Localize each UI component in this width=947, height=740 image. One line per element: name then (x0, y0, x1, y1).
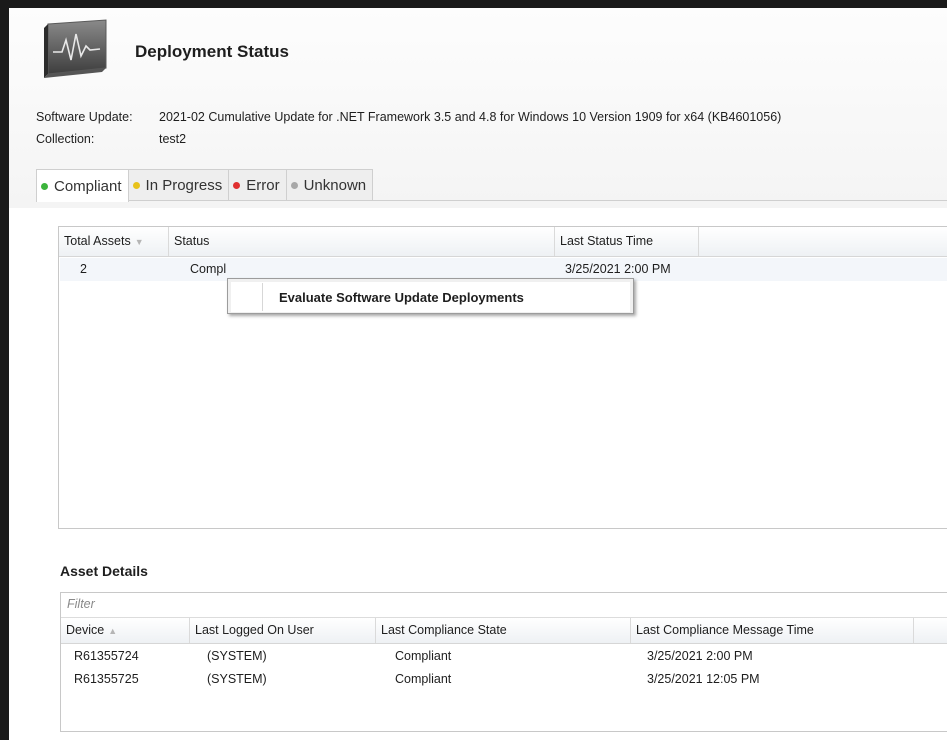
time-cell: 3/25/2021 12:05 PM (647, 672, 760, 686)
red-status-dot-icon (233, 181, 241, 189)
tab-divider (36, 200, 947, 201)
column-label: Total Assets (64, 234, 131, 248)
filter-input[interactable] (67, 597, 567, 611)
sort-up-icon: ▲ (108, 626, 118, 636)
column-label: Device (66, 623, 105, 637)
summary-grid-header: Total Assets ▼ Status Last Status Time (59, 227, 947, 257)
filter-bar (61, 593, 947, 618)
user-cell: (SYSTEM) (207, 649, 267, 663)
device-cell: R61355725 (74, 672, 139, 686)
column-label: Last Status Time (560, 234, 654, 248)
asset-details-header: Device ▲ Last Logged On User Last Complia… (61, 618, 947, 644)
software-update-value: 2021-02 Cumulative Update for .NET Frame… (159, 110, 782, 124)
tab-label: Compliant (54, 177, 122, 195)
page-title: Deployment Status (135, 42, 289, 61)
header-region: Deployment Status Software Update: 2021-… (9, 8, 947, 208)
table-row[interactable]: R61355724 (SYSTEM) Compliant 3/25/2021 2… (61, 645, 947, 668)
column-label: Last Compliance State (381, 623, 507, 637)
tab-label: In Progress (145, 176, 223, 194)
software-update-label: Software Update: (36, 110, 133, 124)
asset-details-grid: Device▲ Last Logged On User Last Complia… (60, 592, 947, 732)
collection-label: Collection: (36, 132, 95, 146)
evaluate-deployments-menu-item[interactable]: Evaluate Software Update Deployments (231, 282, 630, 312)
green-status-dot-icon (41, 182, 48, 190)
tab-unknown[interactable]: Unknown (285, 169, 374, 200)
summary-grid: Total Assets ▼ Status Last Status Time 2 … (58, 226, 947, 529)
column-last-status-time[interactable]: Last Status Time (555, 227, 699, 256)
column-label: Last Compliance Message Time (636, 623, 814, 637)
column-last-logged-on-user[interactable]: Last Logged On User (190, 618, 376, 643)
menu-item-label: Evaluate Software Update Deployments (279, 290, 524, 305)
tab-label: Unknown (303, 176, 367, 194)
column-label: Last Logged On User (195, 623, 314, 637)
total-assets-cell: 2 (80, 262, 87, 276)
collection-value: test2 (159, 132, 187, 146)
last-status-time-cell: 3/25/2021 2:00 PM (565, 262, 671, 276)
status-tabs: Compliant In Progress Error Unknown (36, 169, 374, 202)
column-last-compliance-state[interactable]: Last Compliance State (376, 618, 631, 643)
column-total-assets[interactable]: Total Assets ▼ (59, 227, 169, 256)
deployment-status-window: Deployment Status Software Update: 2021-… (9, 8, 947, 740)
state-cell: Compliant (395, 672, 452, 686)
monitor-activity-icon (44, 19, 107, 78)
tab-error[interactable]: Error (228, 169, 287, 200)
time-cell: 3/25/2021 2:00 PM (647, 649, 753, 663)
device-cell: R61355724 (74, 649, 139, 663)
yellow-status-dot-icon (132, 181, 140, 189)
tab-label: Error (246, 176, 280, 194)
table-row[interactable]: R61355725 (SYSTEM) Compliant 3/25/2021 1… (61, 668, 947, 691)
column-device[interactable]: Device ▲ (61, 618, 190, 643)
column-status[interactable]: Status (169, 227, 555, 256)
column-last-compliance-message-time[interactable]: Last Compliance Message Time (631, 618, 914, 643)
asset-details-title: Asset Details (60, 563, 148, 579)
context-menu: Evaluate Software Update Deployments (227, 278, 634, 314)
menu-gutter (262, 283, 263, 311)
column-label: Status (174, 234, 210, 248)
tab-compliant[interactable]: Compliant (36, 169, 129, 202)
state-cell: Compliant (395, 649, 452, 663)
tab-in-progress[interactable]: In Progress (127, 169, 230, 200)
gray-status-dot-icon (290, 181, 298, 189)
user-cell: (SYSTEM) (207, 672, 267, 686)
sort-down-icon: ▼ (134, 237, 144, 247)
status-cell: Compl (190, 262, 227, 276)
